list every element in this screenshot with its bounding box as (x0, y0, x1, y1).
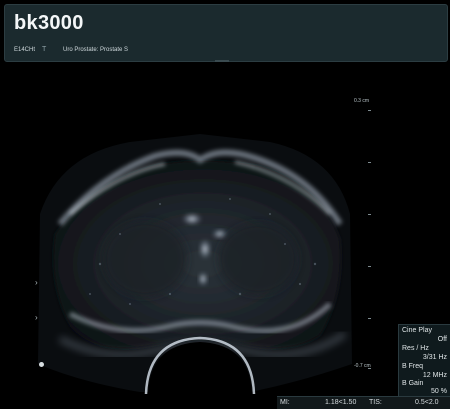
bgain-value: 50 % (431, 388, 447, 395)
bfreq-label[interactable]: B Freq (402, 363, 423, 370)
res-value: 3/31 Hz (422, 354, 447, 361)
cine-value: Off (437, 336, 447, 343)
depth-scale (368, 110, 372, 370)
probe-label: E14CHt (14, 47, 36, 53)
dot-icon (39, 362, 44, 367)
res-label[interactable]: Res / Hz (402, 345, 429, 352)
depth-label-top: 0.3 cm (354, 98, 370, 104)
header-bar: bk3000 E14CHt T Uro Prostate: Prostate S (4, 4, 448, 62)
bfreq-value: 12 MHz (422, 372, 447, 379)
tis-label: TIS: (369, 399, 382, 406)
settings-panel: Cine Play Off Res / Hz 3/31 Hz B Freq 12… (398, 324, 450, 398)
status-bar: MI: 1.18<1.50 TIS: 0.5<2.0 (277, 396, 450, 409)
tis-value: 0.5<2.0 (415, 399, 439, 406)
cine-label[interactable]: Cine Play (402, 327, 432, 334)
angle-right-icon: › (35, 313, 38, 322)
ultrasound-image[interactable] (0, 64, 390, 394)
preset-label: Uro Prostate: Prostate S (63, 47, 129, 53)
angle-right-icon: › (35, 278, 38, 287)
mi-value: 1.18<1.50 (325, 399, 357, 406)
app-title: bk3000 (14, 12, 84, 34)
header-handle (215, 60, 229, 62)
probe-marker: T (42, 46, 47, 53)
ultrasound-scan (38, 134, 352, 394)
bgain-label[interactable]: B Gain (402, 380, 423, 387)
mi-label: MI: (280, 399, 290, 406)
